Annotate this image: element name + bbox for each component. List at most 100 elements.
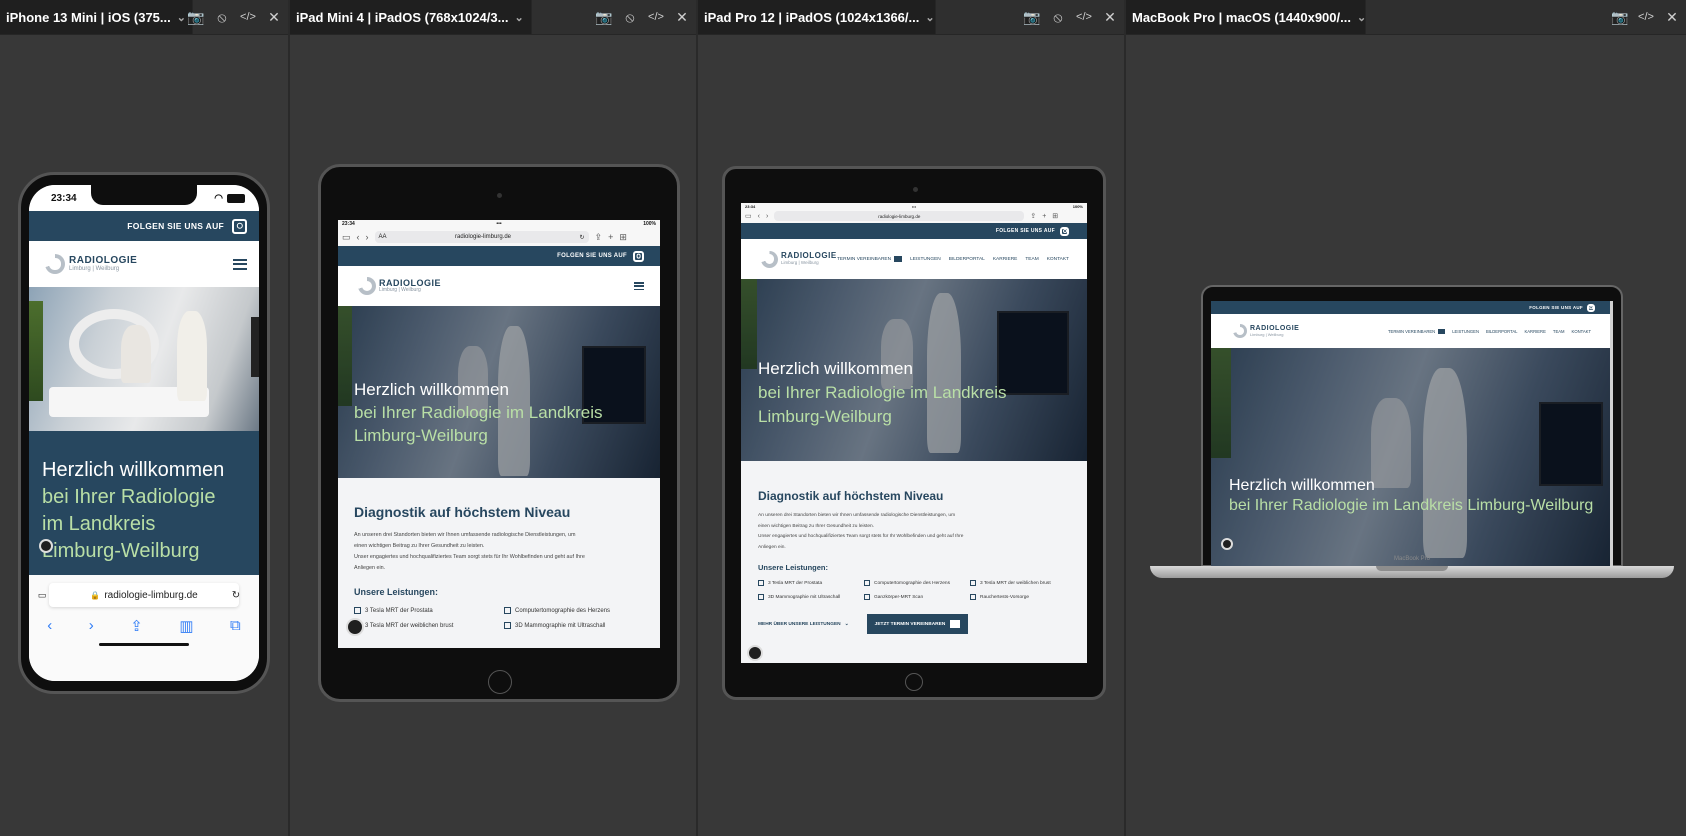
chevron-down-icon: ⌄ bbox=[1356, 11, 1367, 24]
hero-text-block: Herzlich willkommen bei Ihrer Radiologie… bbox=[1229, 476, 1593, 516]
tabs-icon[interactable]: ⧉ bbox=[230, 617, 241, 635]
site-header: RADIOLOGIE Limburg | Weilburg TERMIN VERE… bbox=[1211, 314, 1613, 348]
site-logo[interactable]: RADIOLOGIE Limburg | Weilburg bbox=[1233, 324, 1299, 338]
nav-item-karriere[interactable]: KARRIERE bbox=[993, 257, 1018, 262]
nav-item-bilderportal[interactable]: BILDERPORTAL bbox=[1486, 329, 1518, 334]
home-button[interactable] bbox=[905, 673, 923, 691]
reload-icon[interactable]: ↻ bbox=[579, 234, 584, 241]
new-tab-icon[interactable]: + bbox=[608, 232, 613, 242]
hero-image: Herzlich willkommen bei Ihrer Radiologie… bbox=[741, 279, 1087, 461]
bookmarks-icon[interactable]: ▥ bbox=[179, 617, 193, 635]
panel-toolbar: iPad Mini 4 | iPadOS (768x1024/3... ⌄ 📷 ⦸… bbox=[290, 0, 696, 35]
close-icon[interactable]: ✕ bbox=[266, 9, 282, 26]
forward-icon[interactable]: › bbox=[766, 213, 768, 220]
back-icon[interactable]: ‹ bbox=[357, 232, 360, 242]
para-line: An unseren drei Standorten bieten wir Ih… bbox=[758, 513, 956, 518]
sidebar-icon[interactable]: ▭ bbox=[745, 212, 752, 220]
list-item: Rauchertests-Vorsorge bbox=[970, 594, 1076, 600]
code-icon[interactable]: </> bbox=[1076, 11, 1092, 23]
new-tab-icon[interactable]: + bbox=[1042, 213, 1046, 220]
gear-icon[interactable] bbox=[747, 645, 763, 661]
follow-label: FOLGEN SIE UNS AUF bbox=[1529, 305, 1583, 310]
rotate-icon[interactable]: ⦸ bbox=[1050, 9, 1066, 26]
share-icon[interactable]: ⇪ bbox=[1030, 212, 1036, 220]
lock-icon: 🔒 bbox=[90, 590, 101, 600]
nav-item-team[interactable]: TEAM bbox=[1553, 329, 1565, 334]
sidebar-icon[interactable]: ▭ bbox=[342, 232, 351, 243]
nav-item-karriere[interactable]: KARRIERE bbox=[1524, 329, 1545, 334]
back-icon[interactable]: ‹ bbox=[47, 617, 52, 635]
reload-icon[interactable]: ↻ bbox=[232, 590, 240, 601]
service-label: Rauchertests-Vorsorge bbox=[980, 594, 1030, 600]
gear-icon[interactable] bbox=[346, 618, 364, 636]
nav-item-termin[interactable]: TERMIN VEREINBAREN bbox=[837, 256, 903, 262]
site-logo[interactable]: RADIOLOGIE Limburg | Weilburg bbox=[45, 254, 137, 274]
gear-icon[interactable] bbox=[39, 539, 53, 553]
share-icon[interactable]: ⇪ bbox=[130, 617, 143, 635]
logo-subtext: Limburg | Weilburg bbox=[69, 266, 120, 273]
device-selector[interactable]: iPhone 13 Mini | iOS (375... ⌄ bbox=[0, 0, 193, 34]
nav-item-kontakt[interactable]: KONTAKT bbox=[1572, 329, 1591, 334]
tabs-icon[interactable]: ⊞ bbox=[619, 232, 627, 243]
device-selector[interactable]: iPad Pro 12 | iPadOS (1024x1366/... ⌄ bbox=[698, 0, 936, 34]
forward-icon[interactable]: › bbox=[366, 232, 369, 242]
ipad-mini-frame: 23:34 ••• 100% ▭ ‹ › AA radiologie-limburg.… bbox=[318, 164, 680, 702]
device-selector[interactable]: MacBook Pro | macOS (1440x900/... ⌄ bbox=[1126, 0, 1366, 34]
code-icon[interactable]: </> bbox=[1638, 11, 1654, 23]
menu-icon[interactable] bbox=[233, 258, 247, 270]
code-icon[interactable]: </> bbox=[240, 11, 256, 23]
home-button[interactable] bbox=[488, 670, 512, 694]
code-icon[interactable]: </> bbox=[648, 11, 664, 23]
site-logo[interactable]: RADIOLOGIE Limburg | Weilburg bbox=[358, 277, 441, 295]
camera-icon[interactable]: 📷 bbox=[187, 9, 204, 26]
device-selector[interactable]: iPad Mini 4 | iPadOS (768x1024/3... ⌄ bbox=[290, 0, 532, 34]
more-services-link[interactable]: MEHR ÜBER UNSERE LEISTUNGEN ⌄ bbox=[758, 622, 849, 627]
close-icon[interactable]: ✕ bbox=[1102, 9, 1118, 26]
instagram-icon[interactable] bbox=[1060, 226, 1069, 236]
share-icon[interactable]: ⇪ bbox=[595, 232, 603, 243]
device-panel-ipad-mini: iPad Mini 4 | iPadOS (768x1024/3... ⌄ 📷 ⦸… bbox=[290, 0, 696, 836]
content-section: Diagnostik auf höchstem Niveau An unsere… bbox=[338, 478, 660, 629]
scrollbar[interactable] bbox=[1610, 301, 1613, 567]
nav-item-leistungen[interactable]: LEISTUNGEN bbox=[910, 257, 941, 262]
content-section: Diagnostik auf höchstem Niveau An unsere… bbox=[741, 461, 1087, 634]
nav-item-bilderportal[interactable]: BILDERPORTAL bbox=[949, 257, 985, 262]
list-item: Computertomographie des Herzens bbox=[504, 607, 654, 614]
para-line: Unser engagiertes und hochqualifiziertes… bbox=[758, 534, 964, 539]
url-bar[interactable]: ▭ 🔒 radiologie-limburg.de ↻ bbox=[38, 583, 240, 607]
device-title: MacBook Pro | macOS (1440x900/... bbox=[1132, 9, 1351, 25]
camera-icon[interactable]: 📷 bbox=[595, 9, 612, 26]
site-header: RADIOLOGIE Limburg | Weilburg TERMIN VERE… bbox=[741, 239, 1087, 279]
close-icon[interactable]: ✕ bbox=[674, 9, 690, 26]
instagram-icon[interactable] bbox=[1587, 303, 1595, 312]
menu-icon[interactable] bbox=[634, 282, 644, 290]
book-appointment-button[interactable]: JETZT TERMIN VEREINBAREN bbox=[866, 614, 969, 634]
clock: 23:34 bbox=[342, 221, 355, 227]
close-icon[interactable]: ✕ bbox=[1664, 9, 1680, 26]
url-bar[interactable]: radiologie-limburg.de bbox=[774, 211, 1025, 221]
logo-subtext: Limburg | Weilburg bbox=[1250, 331, 1284, 337]
forward-icon[interactable]: › bbox=[89, 617, 94, 635]
rotate-icon[interactable]: ⦸ bbox=[622, 9, 638, 26]
tabs-icon[interactable]: ⊞ bbox=[1052, 212, 1058, 220]
camera-icon[interactable]: 📷 bbox=[1023, 9, 1040, 26]
url-text: radiologie-limburg.de bbox=[878, 213, 921, 219]
ipad-pro-frame: 23:34 ••• 100% ▭ ‹ › radiologie-limburg.de… bbox=[722, 166, 1106, 700]
gear-icon[interactable] bbox=[1221, 538, 1233, 550]
wifi-icon: ◠ bbox=[214, 192, 223, 204]
nav-item-kontakt[interactable]: KONTAKT bbox=[1047, 257, 1069, 262]
back-icon[interactable]: ‹ bbox=[758, 213, 760, 220]
nav-item-team[interactable]: TEAM bbox=[1025, 257, 1038, 262]
camera-icon[interactable]: 📷 bbox=[1611, 9, 1628, 26]
site-logo[interactable]: RADIOLOGIE Limburg | Weilburg bbox=[761, 250, 837, 268]
instagram-icon[interactable] bbox=[232, 218, 247, 234]
rotate-icon[interactable]: ⦸ bbox=[214, 9, 230, 26]
para-line: einen wichtigen Beitrag zu Ihrer Gesundh… bbox=[758, 523, 874, 529]
url-bar[interactable]: AA radiologie-limburg.de ↻ bbox=[374, 231, 589, 243]
instagram-icon[interactable] bbox=[633, 250, 644, 262]
url-text: radiologie-limburg.de bbox=[104, 589, 198, 601]
nav-item-leistungen[interactable]: LEISTUNGEN bbox=[1452, 329, 1479, 334]
service-label: 3D Mammographie mit Ultraschall bbox=[768, 594, 841, 600]
reader-aa[interactable]: AA bbox=[379, 234, 387, 240]
nav-item-termin[interactable]: TERMIN VEREINBAREN bbox=[1388, 328, 1446, 334]
